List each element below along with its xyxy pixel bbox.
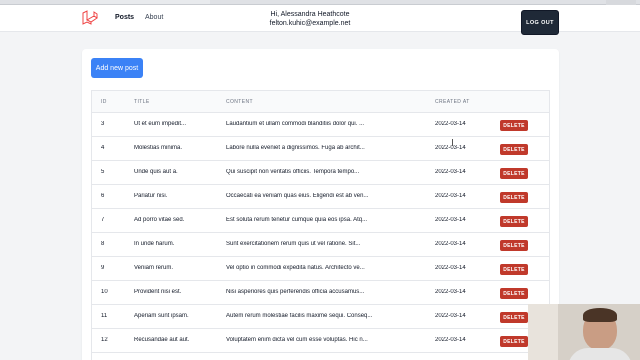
header-content: CONTENT <box>226 99 253 105</box>
table-body: 3 Ut et eum impedit... Laudantium et ullam… <box>92 113 549 360</box>
cell-title: Molestias minima. <box>134 145 183 151</box>
top-navbar: Posts About Hi, Alessandra Heathcote fel… <box>0 5 640 35</box>
cell-title: Provident nisi est. <box>134 289 182 295</box>
delete-button[interactable]: DELETE <box>500 336 528 347</box>
cell-title: Aperiam sunt ipsam. <box>134 313 189 319</box>
table-row: 9 Veniam rerum. Vel optio in commodi exped… <box>92 257 549 281</box>
table-row: 4 Molestias minima. Labore nulla eveniet a… <box>92 137 549 161</box>
laravel-logo-icon[interactable] <box>82 10 98 26</box>
delete-button[interactable]: DELETE <box>500 144 528 155</box>
delete-button[interactable]: DELETE <box>500 216 528 227</box>
user-greeting: Hi, Alessandra Heathcote <box>270 11 350 18</box>
cell-id: 6 <box>101 193 105 199</box>
delete-button[interactable]: DELETE <box>500 120 528 131</box>
table-row: 8 In unde harum. Sunt exercitationem rerum… <box>92 233 549 257</box>
posts-table: ID TITLE CONTENT CREATED AT 3 Ut et eum i… <box>91 90 550 360</box>
nav-link-posts[interactable]: Posts <box>115 14 134 21</box>
table-header: ID TITLE CONTENT CREATED AT <box>92 91 549 113</box>
cell-title: In unde harum. <box>134 241 175 247</box>
cell-created-at: 2022-03-14 <box>435 169 466 175</box>
add-new-post-button[interactable]: Add new post <box>91 58 143 78</box>
cell-content: Autem rerum molestiae facilis maxime seq… <box>226 313 373 319</box>
cell-id: 5 <box>101 169 105 175</box>
user-email: felton.kuhic@example.net <box>269 20 351 27</box>
table-row: 7 Ad porro vitae sed. Est soluta rerum ten… <box>92 209 549 233</box>
cell-content: Voluptatem enim dicta vel cum esse volup… <box>226 337 368 343</box>
cell-title: Veniam rerum. <box>134 265 174 271</box>
cell-content: Labore nulla eveniet a dignissimos. Fuga… <box>226 145 365 151</box>
cell-id: 10 <box>101 289 108 295</box>
cell-id: 4 <box>101 145 105 151</box>
table-row: 132022-03-14DELETE <box>92 353 549 360</box>
cell-id: 3 <box>101 121 105 127</box>
header-title: TITLE <box>134 99 150 105</box>
cell-content: Est soluta rerum tenetur cumque quia eos… <box>226 217 368 223</box>
table-row: 12 Recusandae aut aut. Voluptatem enim dic… <box>92 329 549 353</box>
table-row: 5 Unde quis aut a. Qui suscipit non verita… <box>92 161 549 185</box>
cell-id: 9 <box>101 265 105 271</box>
cell-created-at: 2022-03-14 <box>435 193 466 199</box>
table-row: 10 Provident nisi est. Nisi asperiores qui… <box>92 281 549 305</box>
webcam-background <box>528 304 558 360</box>
logout-button[interactable]: LOG OUT <box>521 10 559 35</box>
cell-created-at: 2022-03-14 <box>435 217 466 223</box>
cell-content: Sunt exercitationem rerum quis ut vel ra… <box>226 241 361 247</box>
cell-created-at: 2022-03-14 <box>435 313 466 319</box>
nav-link-about[interactable]: About <box>145 14 163 21</box>
address-bar[interactable] <box>90 0 210 4</box>
webcam-overlay <box>528 304 640 360</box>
delete-button[interactable]: DELETE <box>500 192 528 203</box>
user-info: Hi, Alessandra Heathcote felton.kuhic@ex… <box>240 10 380 28</box>
cell-created-at: 2022-03-14 <box>435 145 466 151</box>
cell-content: Nisi asperiores quis perferendis officia… <box>226 289 365 295</box>
cell-id: 12 <box>101 337 108 343</box>
delete-button[interactable]: DELETE <box>500 288 528 299</box>
table-row: 11 Aperiam sunt ipsam. Autem rerum molesti… <box>92 305 549 329</box>
cell-title: Ut et eum impedit... <box>134 121 187 127</box>
header-id: ID <box>101 99 107 105</box>
cell-created-at: 2022-03-14 <box>435 241 466 247</box>
table-row: 3 Ut et eum impedit... Laudantium et ullam… <box>92 113 549 137</box>
cell-created-at: 2022-03-14 <box>435 289 466 295</box>
cell-title: Recusandae aut aut. <box>134 337 190 343</box>
table-row: 6 Pariatur nisi. Occaecati ea veniam quas … <box>92 185 549 209</box>
cell-title: Pariatur nisi. <box>134 193 168 199</box>
delete-button[interactable]: DELETE <box>500 264 528 275</box>
delete-button[interactable]: DELETE <box>500 312 528 323</box>
presenter-hair <box>583 308 617 322</box>
delete-button[interactable]: DELETE <box>500 168 528 179</box>
cell-title: Ad porro vitae sed. <box>134 217 185 223</box>
header-created-at: CREATED AT <box>435 99 470 105</box>
cell-id: 7 <box>101 217 105 223</box>
cell-id: 11 <box>101 313 108 319</box>
text-cursor-icon <box>452 139 456 146</box>
cell-created-at: 2022-03-14 <box>435 337 466 343</box>
cell-title: Unde quis aut a. <box>134 169 178 175</box>
cell-content: Laudantium et ullam commodi blanditiis d… <box>226 121 365 127</box>
cell-content: Occaecati ea veniam quas eius. Eligendi … <box>226 193 369 199</box>
cell-content: Vel optio in commodi expedita natus. Arc… <box>226 265 365 271</box>
delete-button[interactable]: DELETE <box>500 240 528 251</box>
cell-created-at: 2022-03-14 <box>435 121 466 127</box>
cell-id: 8 <box>101 241 105 247</box>
cell-created-at: 2022-03-14 <box>435 265 466 271</box>
cell-content: Qui suscipit non veritatis officiis. Tem… <box>226 169 360 175</box>
